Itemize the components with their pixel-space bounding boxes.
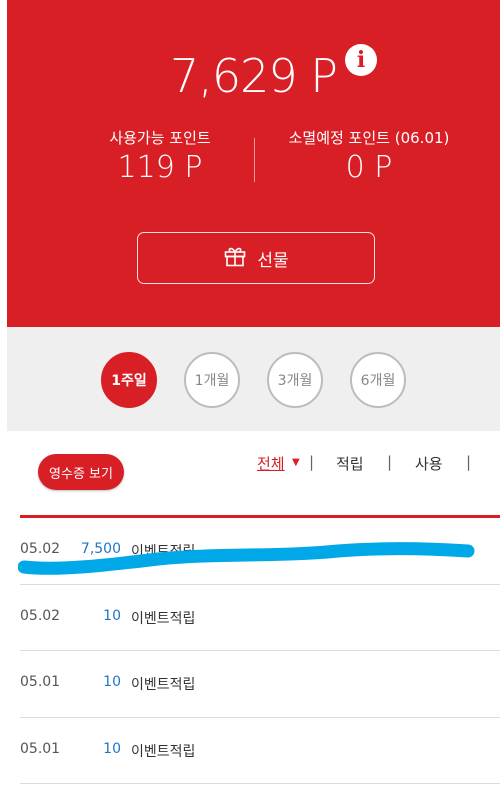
available-points: 사용가능 포인트 119 P: [75, 128, 245, 186]
period-tab-1-month[interactable]: 1개월: [184, 352, 240, 408]
transaction-date: 05.02: [20, 607, 61, 624]
period-selector: 1주일 1개월 3개월 6개월: [7, 327, 500, 431]
transaction-points: 10: [103, 674, 121, 690]
redaction-scribble: [18, 542, 475, 575]
transaction-description: 이벤트적립: [131, 743, 196, 760]
available-points-value: 119 P: [117, 150, 203, 185]
info-icon[interactable]: i: [345, 44, 377, 76]
transaction-row[interactable]: 05.01 10 이벤트적립: [20, 651, 500, 718]
gift-icon: [223, 244, 247, 272]
total-points: 7,629 P: [169, 49, 338, 103]
summary-divider: [254, 138, 255, 182]
filter-separator: |: [466, 453, 472, 471]
transaction-description: 이벤트적립: [131, 610, 196, 627]
transaction-date: 05.01: [20, 674, 61, 690]
gift-button[interactable]: 선물: [137, 232, 375, 284]
filter-use[interactable]: 사용: [415, 453, 443, 474]
period-tab-3-months[interactable]: 3개월: [267, 352, 323, 408]
receipt-button[interactable]: 영수증 보기: [38, 454, 124, 490]
filter-all[interactable]: 전체: [257, 453, 285, 474]
filter-earn[interactable]: 적립: [336, 453, 364, 474]
transaction-points: 10: [103, 740, 121, 757]
transaction-date: 05.01: [20, 740, 61, 757]
transaction-points: 10: [103, 607, 121, 624]
gift-button-label: 선물: [257, 250, 289, 271]
period-tab-6-months[interactable]: 6개월: [350, 352, 406, 408]
caret-down-icon[interactable]: ▼: [292, 457, 300, 468]
filter-separator: |: [309, 453, 315, 471]
filter-separator: |: [387, 453, 393, 471]
available-points-label: 사용가능 포인트: [109, 129, 211, 147]
points-summary-panel: 7,629 P i 사용가능 포인트 119 P 소멸예정 포인트 (06.01…: [7, 0, 500, 327]
transaction-row[interactable]: 05.01 10 이벤트적립: [20, 718, 500, 784]
expiring-points-label: 소멸예정 포인트 (06.01): [288, 129, 450, 147]
transaction-description: 이벤트적립: [131, 677, 196, 693]
period-tab-1-week[interactable]: 1주일: [101, 352, 157, 408]
expiring-points-value: 0 P: [345, 150, 393, 185]
transaction-row[interactable]: 05.02 10 이벤트적립: [20, 585, 500, 651]
expiring-points: 소멸예정 포인트 (06.01) 0 P: [269, 128, 469, 186]
